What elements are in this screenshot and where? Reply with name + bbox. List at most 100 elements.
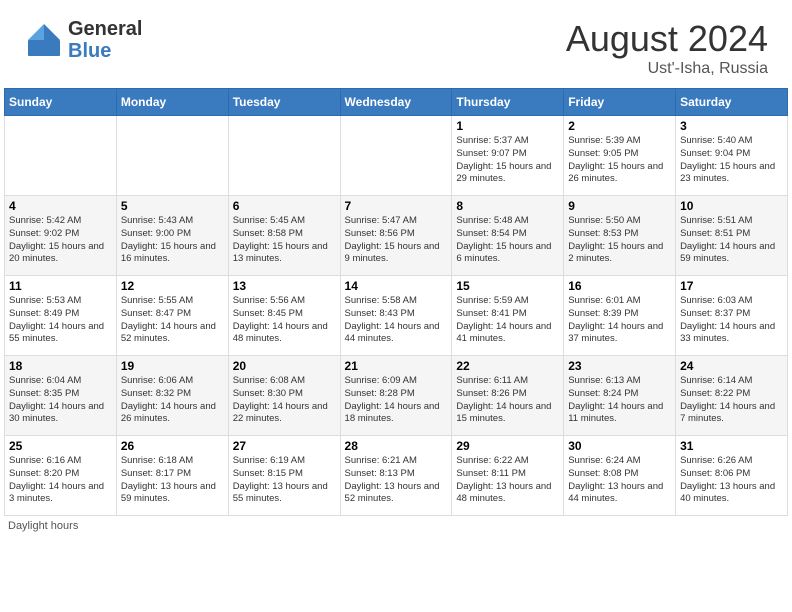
day-info: Sunrise: 5:39 AM Sunset: 9:05 PM Dayligh… (568, 135, 671, 186)
day-info: Sunrise: 6:03 AM Sunset: 8:37 PM Dayligh… (680, 295, 783, 346)
calendar-week-row: 11 Sunrise: 5:53 AM Sunset: 8:49 PM Dayli… (5, 276, 788, 356)
calendar-cell: 4 Sunrise: 5:42 AM Sunset: 9:02 PM Daylig… (5, 196, 117, 276)
day-info: Sunrise: 6:22 AM Sunset: 8:11 PM Dayligh… (456, 455, 559, 506)
footer-note: Daylight hours (0, 516, 792, 536)
day-number: 17 (680, 279, 783, 293)
day-number: 23 (568, 359, 671, 373)
day-number: 13 (233, 279, 336, 293)
day-info: Sunrise: 5:59 AM Sunset: 8:41 PM Dayligh… (456, 295, 559, 346)
day-info: Sunrise: 5:56 AM Sunset: 8:45 PM Dayligh… (233, 295, 336, 346)
day-info: Sunrise: 6:24 AM Sunset: 8:08 PM Dayligh… (568, 455, 671, 506)
logo: General Blue (24, 18, 142, 62)
day-info: Sunrise: 5:47 AM Sunset: 8:56 PM Dayligh… (345, 215, 448, 266)
calendar-cell: 1 Sunrise: 5:37 AM Sunset: 9:07 PM Daylig… (452, 116, 564, 196)
day-info: Sunrise: 5:53 AM Sunset: 8:49 PM Dayligh… (9, 295, 112, 346)
calendar-cell: 30 Sunrise: 6:24 AM Sunset: 8:08 PM Dayli… (564, 436, 676, 516)
calendar-cell: 29 Sunrise: 6:22 AM Sunset: 8:11 PM Dayli… (452, 436, 564, 516)
calendar-cell: 2 Sunrise: 5:39 AM Sunset: 9:05 PM Daylig… (564, 116, 676, 196)
calendar-cell: 13 Sunrise: 5:56 AM Sunset: 8:45 PM Dayli… (228, 276, 340, 356)
day-number: 4 (9, 199, 112, 213)
day-number: 19 (121, 359, 224, 373)
calendar-cell: 19 Sunrise: 6:06 AM Sunset: 8:32 PM Dayli… (116, 356, 228, 436)
day-number: 20 (233, 359, 336, 373)
calendar-cell: 16Sunrise: 6:01 AM Sunset: 8:39 PM Dayli… (564, 276, 676, 356)
day-number: 2 (568, 119, 671, 133)
calendar-cell: 18Sunrise: 6:04 AM Sunset: 8:35 PM Dayli… (5, 356, 117, 436)
logo-general-text: General (68, 18, 142, 40)
calendar-cell: 26 Sunrise: 6:18 AM Sunset: 8:17 PM Dayli… (116, 436, 228, 516)
day-info: Sunrise: 5:45 AM Sunset: 8:58 PM Dayligh… (233, 215, 336, 266)
calendar-cell: 9Sunrise: 5:50 AM Sunset: 8:53 PM Daylig… (564, 196, 676, 276)
day-number: 15 (456, 279, 559, 293)
day-info: Sunrise: 6:08 AM Sunset: 8:30 PM Dayligh… (233, 375, 336, 426)
calendar-table: SundayMondayTuesdayWednesdayThursdayFrid… (4, 88, 788, 516)
day-info: Sunrise: 6:16 AM Sunset: 8:20 PM Dayligh… (9, 455, 112, 506)
page-header: General Blue August 2024 Ust'-Isha, Russ… (0, 0, 792, 88)
calendar-day-header: Saturday (676, 89, 788, 116)
day-number: 1 (456, 119, 559, 133)
logo-blue-text: Blue (68, 40, 142, 62)
calendar-cell: 17 Sunrise: 6:03 AM Sunset: 8:37 PM Dayli… (676, 276, 788, 356)
day-number: 26 (121, 439, 224, 453)
calendar-cell (340, 116, 452, 196)
day-number: 21 (345, 359, 448, 373)
day-info: Sunrise: 6:04 AM Sunset: 8:35 PM Dayligh… (9, 375, 112, 426)
day-number: 28 (345, 439, 448, 453)
calendar-cell: 7 Sunrise: 5:47 AM Sunset: 8:56 PM Daylig… (340, 196, 452, 276)
day-number: 24 (680, 359, 783, 373)
day-number: 10 (680, 199, 783, 213)
day-number: 25 (9, 439, 112, 453)
day-info: Sunrise: 5:42 AM Sunset: 9:02 PM Dayligh… (9, 215, 112, 266)
calendar-day-header: Thursday (452, 89, 564, 116)
calendar-week-row: 1 Sunrise: 5:37 AM Sunset: 9:07 PM Daylig… (5, 116, 788, 196)
daylight-note: Daylight hours (8, 520, 78, 532)
calendar-day-header: Friday (564, 89, 676, 116)
day-number: 5 (121, 199, 224, 213)
day-number: 6 (233, 199, 336, 213)
calendar-cell: 23 Sunrise: 6:13 AM Sunset: 8:24 PM Dayli… (564, 356, 676, 436)
calendar-cell: 22Sunrise: 6:11 AM Sunset: 8:26 PM Dayli… (452, 356, 564, 436)
calendar-cell: 12Sunrise: 5:55 AM Sunset: 8:47 PM Dayli… (116, 276, 228, 356)
calendar-cell: 11 Sunrise: 5:53 AM Sunset: 8:49 PM Dayli… (5, 276, 117, 356)
day-info: Sunrise: 6:06 AM Sunset: 8:32 PM Dayligh… (121, 375, 224, 426)
day-info: Sunrise: 5:51 AM Sunset: 8:51 PM Dayligh… (680, 215, 783, 266)
calendar-cell: 31 Sunrise: 6:26 AM Sunset: 8:06 PM Dayli… (676, 436, 788, 516)
calendar-cell (116, 116, 228, 196)
day-info: Sunrise: 5:40 AM Sunset: 9:04 PM Dayligh… (680, 135, 783, 186)
day-number: 3 (680, 119, 783, 133)
day-number: 30 (568, 439, 671, 453)
calendar-cell: 8 Sunrise: 5:48 AM Sunset: 8:54 PM Daylig… (452, 196, 564, 276)
calendar-cell (5, 116, 117, 196)
day-info: Sunrise: 6:01 AM Sunset: 8:39 PM Dayligh… (568, 295, 671, 346)
calendar-cell: 20 Sunrise: 6:08 AM Sunset: 8:30 PM Dayli… (228, 356, 340, 436)
calendar-cell: 10 Sunrise: 5:51 AM Sunset: 8:51 PM Dayli… (676, 196, 788, 276)
day-number: 9 (568, 199, 671, 213)
day-info: Sunrise: 5:48 AM Sunset: 8:54 PM Dayligh… (456, 215, 559, 266)
day-info: Sunrise: 6:13 AM Sunset: 8:24 PM Dayligh… (568, 375, 671, 426)
day-number: 7 (345, 199, 448, 213)
calendar-cell (228, 116, 340, 196)
day-info: Sunrise: 5:37 AM Sunset: 9:07 PM Dayligh… (456, 135, 559, 186)
day-number: 31 (680, 439, 783, 453)
day-number: 29 (456, 439, 559, 453)
day-info: Sunrise: 5:58 AM Sunset: 8:43 PM Dayligh… (345, 295, 448, 346)
title-section: August 2024 Ust'-Isha, Russia (566, 18, 768, 78)
day-info: Sunrise: 6:18 AM Sunset: 8:17 PM Dayligh… (121, 455, 224, 506)
calendar-cell: 6 Sunrise: 5:45 AM Sunset: 8:58 PM Daylig… (228, 196, 340, 276)
calendar-day-header: Tuesday (228, 89, 340, 116)
logo-icon (24, 20, 64, 60)
day-number: 8 (456, 199, 559, 213)
calendar-day-header: Sunday (5, 89, 117, 116)
day-info: Sunrise: 6:11 AM Sunset: 8:26 PM Dayligh… (456, 375, 559, 426)
calendar-cell: 3 Sunrise: 5:40 AM Sunset: 9:04 PM Daylig… (676, 116, 788, 196)
day-info: Sunrise: 6:21 AM Sunset: 8:13 PM Dayligh… (345, 455, 448, 506)
calendar-cell: 27Sunrise: 6:19 AM Sunset: 8:15 PM Dayli… (228, 436, 340, 516)
logo-text: General Blue (68, 18, 142, 62)
calendar-header-row: SundayMondayTuesdayWednesdayThursdayFrid… (5, 89, 788, 116)
calendar-cell: 21Sunrise: 6:09 AM Sunset: 8:28 PM Dayli… (340, 356, 452, 436)
calendar-cell: 25 Sunrise: 6:16 AM Sunset: 8:20 PM Dayli… (5, 436, 117, 516)
day-info: Sunrise: 6:26 AM Sunset: 8:06 PM Dayligh… (680, 455, 783, 506)
day-info: Sunrise: 5:55 AM Sunset: 8:47 PM Dayligh… (121, 295, 224, 346)
day-number: 11 (9, 279, 112, 293)
day-info: Sunrise: 6:14 AM Sunset: 8:22 PM Dayligh… (680, 375, 783, 426)
